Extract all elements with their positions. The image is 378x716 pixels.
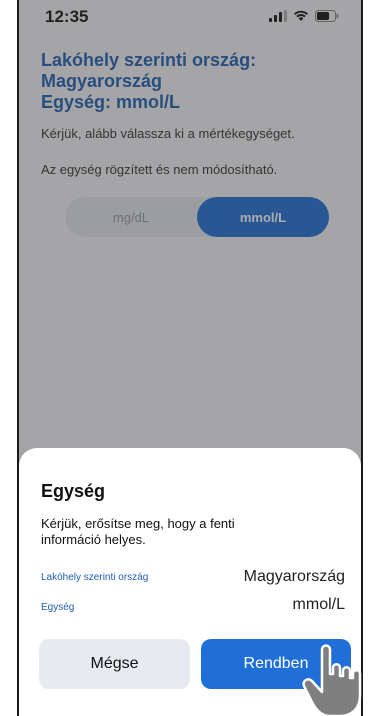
- sheet-message: Kérjük, erősítse meg, hogy a fenti infor…: [41, 516, 235, 547]
- country-row-label: Lakóhely szerinti ország: [41, 572, 149, 583]
- unit-row-label: Egység: [41, 602, 75, 613]
- sheet-title: Egység: [41, 481, 106, 501]
- hand-pointer-icon: [302, 644, 362, 716]
- phone-screen: 12:35 Lakóhely szerinti ország: Magyaror…: [17, 0, 363, 716]
- cancel-button[interactable]: Mégse: [39, 639, 190, 689]
- country-row-value: Magyarország: [243, 568, 345, 585]
- unit-row-value: mmol/L: [292, 596, 345, 613]
